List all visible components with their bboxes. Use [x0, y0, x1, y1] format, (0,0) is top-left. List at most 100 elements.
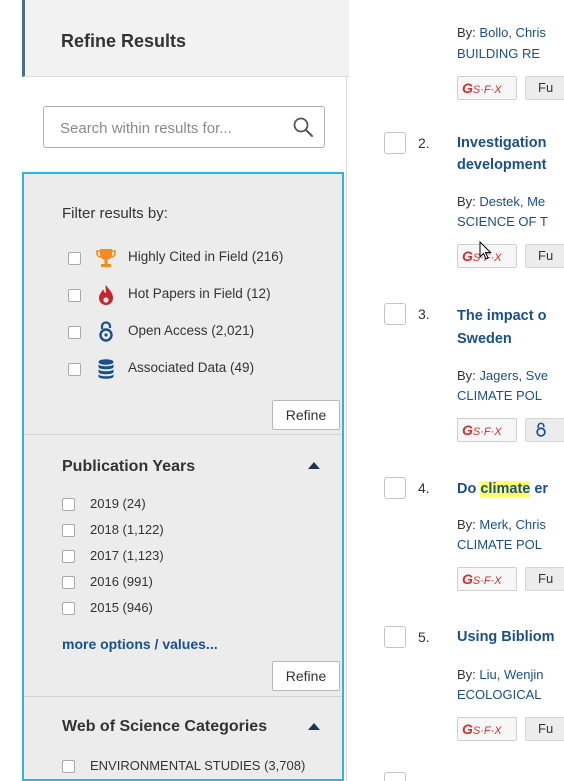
author-text[interactable]: Merk, Chris	[479, 517, 545, 532]
refine-results-title: Refine Results	[61, 31, 187, 51]
result-checkbox[interactable]	[384, 626, 406, 648]
open-access-button[interactable]	[525, 418, 564, 442]
full-text-button[interactable]: Fu	[525, 717, 564, 741]
sfx-button[interactable]: GS·F·X	[457, 76, 517, 100]
result-source[interactable]: ECOLOGICAL	[457, 686, 542, 704]
sfx-label: S·F·X	[472, 575, 502, 587]
year-label: 2018 (1,122)	[90, 522, 164, 537]
result-title-line2[interactable]: development	[457, 154, 546, 176]
result-title[interactable]: Using Bibliom	[457, 626, 554, 648]
result-number: 5.	[418, 629, 430, 645]
year-checkbox[interactable]	[62, 576, 75, 589]
filter-heading: Filter results by:	[62, 205, 168, 222]
filter-label: Associated Data (49)	[128, 360, 255, 375]
result-checkbox[interactable]	[384, 303, 406, 325]
filter-label: Open Access (2,021)	[128, 323, 255, 338]
filter-label: Hot Papers in Field (12)	[128, 286, 271, 301]
sfx-g-icon: G	[462, 721, 473, 737]
full-text-button[interactable]: Fu	[525, 567, 564, 591]
publication-years-heading: Publication Years	[62, 458, 196, 475]
result-source[interactable]: CLIMATE POL	[457, 536, 542, 554]
sfx-g-icon: G	[462, 248, 473, 264]
open-access-icon	[96, 321, 116, 343]
author-text[interactable]: Bollo, Chris	[479, 25, 545, 40]
sfx-label: S·F·X	[472, 426, 502, 438]
filter-associated-data[interactable]: Associated Data (49)	[24, 358, 324, 380]
result-number: 3.	[418, 306, 430, 322]
author-text[interactable]: Destek, Me	[479, 194, 545, 209]
flame-icon	[96, 284, 116, 306]
wos-categories-heading: Web of Science Categories	[62, 718, 268, 735]
year-option[interactable]: 2015 (946)	[24, 599, 304, 619]
year-checkbox[interactable]	[62, 524, 75, 537]
trophy-icon	[96, 247, 116, 269]
sfx-button[interactable]: GS·F·X	[457, 567, 517, 591]
result-title[interactable]: Do climate er	[457, 478, 548, 500]
full-text-button[interactable]: Fu	[525, 76, 564, 100]
result-number: 4.	[418, 480, 430, 496]
filter-label: Highly Cited in Field (216)	[128, 249, 284, 264]
mouse-cursor-icon	[479, 241, 492, 260]
year-label: 2019 (24)	[90, 496, 146, 511]
filter-open-access[interactable]: Open Access (2,021)	[24, 321, 324, 343]
result-title[interactable]: The impact o	[457, 305, 546, 327]
filter-highly-cited[interactable]: Highly Cited in Field (216)	[24, 247, 324, 269]
filter-checkbox[interactable]	[68, 289, 81, 302]
title-text: Do	[457, 481, 481, 497]
year-option[interactable]: 2019 (24)	[24, 495, 304, 515]
filter-checkbox[interactable]	[68, 363, 81, 376]
result-title[interactable]: Investigation	[457, 132, 546, 154]
by-label: By:	[457, 194, 476, 209]
more-options-link[interactable]: more options / values...	[62, 636, 218, 652]
result-authors[interactable]: By: Merk, Chris	[457, 516, 546, 534]
result-source[interactable]: SCIENCE OF T	[457, 213, 548, 231]
full-text-button[interactable]: Fu	[525, 244, 564, 268]
result-source[interactable]: CLIMATE POL	[457, 387, 542, 405]
filter-hot-papers[interactable]: Hot Papers in Field (12)	[24, 284, 324, 306]
author-text[interactable]: Jagers, Sve	[479, 368, 548, 383]
by-label: By:	[457, 667, 476, 682]
sfx-button[interactable]: GS·F·X	[457, 418, 517, 442]
collapse-caret-icon[interactable]	[308, 723, 320, 730]
sfx-button[interactable]: GS·F·X	[457, 717, 517, 741]
by-label: By:	[457, 517, 476, 532]
year-option[interactable]: 2016 (991)	[24, 573, 304, 593]
refine-button[interactable]: Refine	[272, 400, 340, 430]
sfx-g-icon: G	[462, 571, 473, 587]
sfx-label: S·F·X	[472, 84, 502, 96]
result-title-line2[interactable]: Sweden	[457, 328, 512, 350]
year-option[interactable]: 2017 (1,123)	[24, 547, 304, 567]
refine-sidebar: Refine Results Filter results by:	[0, 0, 349, 781]
divider	[24, 434, 342, 435]
collapse-caret-icon[interactable]	[308, 462, 320, 469]
refine-button[interactable]: Refine	[272, 661, 340, 691]
year-label: 2017 (1,123)	[90, 548, 164, 563]
year-checkbox[interactable]	[62, 550, 75, 563]
search-within-results[interactable]	[43, 106, 325, 148]
result-authors[interactable]: By: Bollo, Chris	[457, 24, 546, 42]
author-text[interactable]: Liu, Wenjin	[479, 667, 543, 682]
result-checkbox[interactable]	[384, 132, 406, 154]
result-authors[interactable]: By: Liu, Wenjin	[457, 666, 544, 684]
search-within-input[interactable]	[58, 117, 282, 139]
sfx-g-icon: G	[462, 422, 473, 438]
year-option[interactable]: 2018 (1,122)	[24, 521, 304, 541]
search-icon[interactable]	[292, 116, 314, 143]
result-source[interactable]: BUILDING RE	[457, 45, 540, 63]
category-label: ENVIRONMENTAL STUDIES (3,708)	[90, 758, 306, 773]
year-label: 2015 (946)	[90, 600, 153, 615]
result-authors[interactable]: By: Destek, Me	[457, 193, 545, 211]
result-checkbox[interactable]	[384, 477, 406, 499]
open-access-icon	[536, 422, 546, 437]
filter-checkbox[interactable]	[68, 252, 81, 265]
result-checkbox[interactable]	[384, 772, 406, 781]
year-checkbox[interactable]	[62, 602, 75, 615]
category-option[interactable]: ENVIRONMENTAL STUDIES (3,708)	[24, 757, 324, 777]
year-checkbox[interactable]	[62, 498, 75, 511]
by-label: By:	[457, 368, 476, 383]
filter-checkbox[interactable]	[68, 326, 81, 339]
result-number: 2.	[418, 135, 430, 151]
category-checkbox[interactable]	[62, 760, 75, 773]
result-authors[interactable]: By: Jagers, Sve	[457, 367, 548, 385]
results-list: By: Bollo, Chris BUILDING RE GS·F·X Fu 2…	[346, 0, 564, 781]
